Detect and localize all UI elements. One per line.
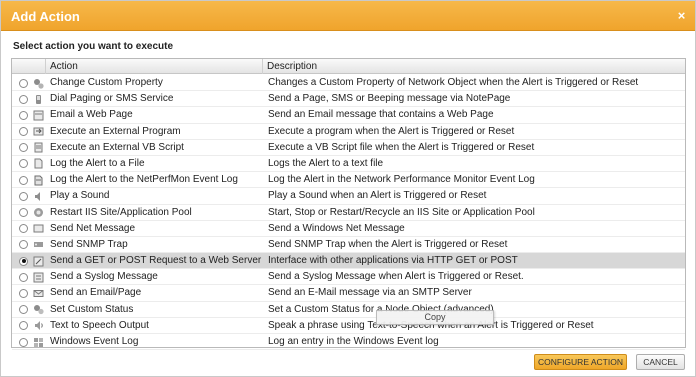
action-name: Send a Syslog Message (50, 271, 158, 283)
action-description: Send SNMP Trap when the Alert is Trigger… (268, 238, 508, 250)
action-description: Logs the Alert to a text file (268, 157, 384, 169)
table-row[interactable]: Log the Alert to a File Logs the Alert to… (12, 156, 685, 173)
file-icon (33, 158, 44, 169)
configure-action-button[interactable]: CONFIGURE ACTION (534, 354, 627, 370)
action-description: Log an entry in the Windows Event log (268, 336, 439, 347)
table-row[interactable]: Change Custom Property Changes a Custom P… (12, 75, 685, 92)
action-radio[interactable] (19, 143, 28, 153)
action-name: Execute an External VB Script (50, 141, 184, 153)
program-icon (33, 126, 44, 137)
action-name: Text to Speech Output (50, 319, 149, 331)
action-name: Play a Sound (50, 190, 110, 202)
envelope-icon (33, 288, 44, 299)
syslog-icon (33, 272, 44, 283)
event-log-icon (33, 175, 44, 186)
table-row[interactable]: Send SNMP Trap Send SNMP Trap when the Al… (12, 237, 685, 254)
table-row[interactable]: Dial Paging or SMS Service Send a Page, S… (12, 91, 685, 108)
copy-tooltip: Copy (376, 310, 494, 325)
table-row[interactable]: Set Custom Status Set a Custom Status for… (12, 302, 685, 318)
action-radio[interactable] (19, 305, 28, 315)
action-description: Send a Syslog Message when Alert is Trig… (268, 271, 524, 283)
action-name: Dial Paging or SMS Service (50, 93, 174, 105)
table-row[interactable]: Execute an External VB Script Execute a V… (12, 140, 685, 156)
action-description: Execute a VB Script file when the Alert … (268, 141, 535, 153)
action-radio[interactable] (19, 159, 28, 169)
property-icon (33, 78, 44, 89)
action-description: Changes a Custom Property of Network Obj… (268, 77, 639, 88)
action-name: Send SNMP Trap (50, 238, 128, 250)
action-name: Execute an External Program (50, 125, 181, 137)
table-row[interactable]: Restart IIS Site/Application Pool Start, … (12, 205, 685, 221)
action-column-header[interactable]: Action (45, 59, 262, 74)
action-name: Send Net Message (50, 222, 136, 234)
snmp-icon (33, 239, 44, 250)
windows-log-icon (33, 337, 44, 348)
action-radio[interactable] (19, 127, 28, 137)
action-description: Start, Stop or Restart/Recycle an IIS Si… (268, 206, 535, 218)
action-description: Send a Windows Net Message (268, 222, 405, 234)
cancel-button[interactable]: CANCEL (636, 354, 685, 370)
status-icon (33, 304, 44, 315)
http-icon (33, 256, 44, 267)
action-description: Log the Alert in the Network Performance… (268, 174, 535, 186)
table-row[interactable]: Send a Syslog Message Send a Syslog Messa… (12, 269, 685, 286)
action-radio[interactable] (19, 110, 28, 120)
action-radio[interactable] (19, 94, 28, 104)
table-row[interactable]: Log the Alert to the NetPerfMon Event Lo… (12, 172, 685, 189)
phone-icon (33, 94, 44, 105)
iis-icon (33, 207, 44, 218)
action-name: Log the Alert to a File (50, 157, 145, 169)
table-row[interactable]: Text to Speech Output Speak a phrase usin… (12, 318, 685, 334)
add-action-dialog: Add Action × Select action you want to e… (0, 0, 696, 377)
email-webpage-icon (33, 110, 44, 121)
net-message-icon (33, 223, 44, 234)
action-radio[interactable] (19, 272, 28, 282)
action-radio[interactable] (19, 256, 28, 266)
action-description: Interface with other applications via HT… (268, 255, 518, 267)
action-radio[interactable] (19, 288, 28, 298)
table-row[interactable]: Windows Event Log Log an entry in the Win… (12, 334, 685, 351)
select-column-header (12, 59, 45, 74)
action-radio[interactable] (19, 321, 28, 331)
action-radio[interactable] (19, 240, 28, 250)
action-name: Restart IIS Site/Application Pool (50, 206, 192, 218)
action-description: Play a Sound when an Alert is Triggered … (268, 190, 487, 202)
action-radio[interactable] (19, 337, 28, 347)
table-row[interactable]: Execute an External Program Execute a pro… (12, 124, 685, 140)
action-name: Send a GET or POST Request to a Web Serv… (50, 255, 262, 267)
action-radio[interactable] (19, 78, 28, 88)
table-row[interactable]: Send an Email/Page Send an E-Mail message… (12, 285, 685, 302)
action-description: Send an Email message that contains a We… (268, 109, 494, 121)
action-description: Send an E-Mail message via an SMTP Serve… (268, 287, 472, 299)
action-name: Log the Alert to the NetPerfMon Event Lo… (50, 174, 238, 186)
action-description: Send a Page, SMS or Beeping message via … (268, 93, 511, 105)
sound-icon (33, 191, 44, 202)
action-name: Windows Event Log (50, 336, 139, 347)
action-radio[interactable] (19, 208, 28, 217)
close-icon[interactable]: × (675, 9, 688, 22)
action-description: Execute a program when the Alert is Trig… (268, 125, 515, 137)
script-icon (33, 142, 44, 153)
action-radio[interactable] (19, 191, 28, 201)
description-column-header[interactable]: Description (262, 59, 685, 74)
table-row[interactable]: Email a Web Page Send an Email message th… (12, 107, 685, 124)
table-row[interactable]: Send Net Message Send a Windows Net Messa… (12, 221, 685, 237)
table-row[interactable]: Play a Sound Play a Sound when an Alert i… (12, 188, 685, 205)
action-name: Change Custom Property (50, 77, 163, 88)
table-row[interactable]: Send a GET or POST Request to a Web Serv… (12, 253, 685, 270)
action-name: Set Custom Status (50, 303, 134, 315)
table-header: Action Description (12, 59, 685, 74)
action-radio[interactable] (19, 175, 28, 185)
speech-icon (33, 320, 44, 331)
dialog-titlebar: Add Action × (1, 1, 695, 31)
action-name: Email a Web Page (50, 109, 133, 121)
action-name: Send an Email/Page (50, 287, 142, 299)
action-radio[interactable] (19, 224, 28, 234)
actions-table: Action Description Change Custom Propert… (11, 58, 686, 351)
dialog-prompt: Select action you want to execute (13, 41, 174, 52)
table-body: Change Custom Property Changes a Custom P… (12, 75, 685, 351)
dialog-title: Add Action (11, 9, 80, 24)
